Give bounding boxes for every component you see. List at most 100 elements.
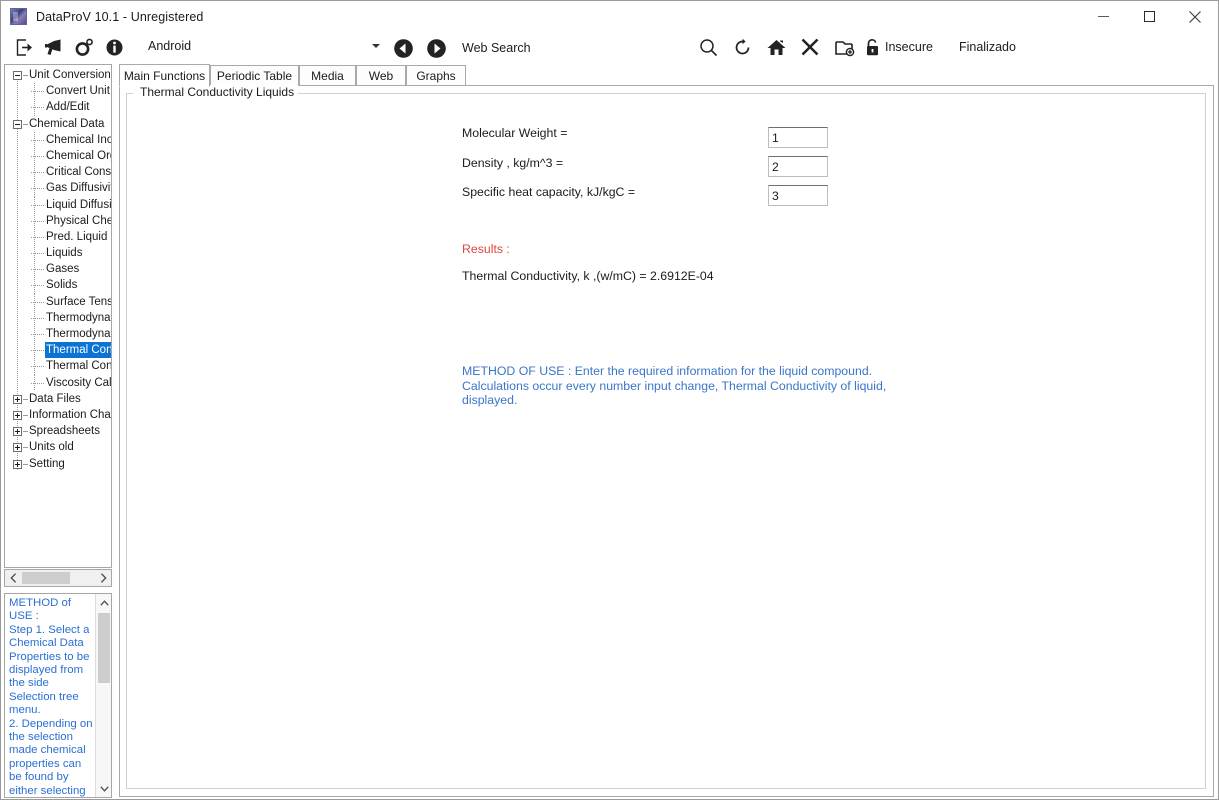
refresh-icon[interactable]	[725, 33, 759, 61]
close-icon[interactable]	[1172, 1, 1218, 32]
tree-item-chemical-data[interactable]: Chemical Data	[5, 116, 111, 132]
search-icon[interactable]	[691, 33, 725, 61]
expand-plus-icon[interactable]	[13, 427, 22, 436]
tree-connector	[23, 431, 28, 432]
tree-item-pred-liquid-h[interactable]: Pred. Liquid H	[5, 229, 111, 245]
density-input[interactable]	[768, 156, 828, 177]
navigation-tree-inner: Unit ConversionsConvert UnitAdd/EditChem…	[5, 65, 111, 472]
tree-item-surface-tensi[interactable]: Surface Tensi	[5, 294, 111, 310]
expand-plus-icon[interactable]	[13, 395, 22, 404]
tree-item-label: Thermal Cond	[46, 358, 111, 374]
tab-graphs[interactable]: Graphs	[406, 65, 466, 86]
application-window: DataProV 10.1 - Unregistered	[0, 0, 1219, 800]
tab-media[interactable]: Media	[299, 65, 356, 86]
tree-connector-dots	[31, 140, 44, 141]
tree-item-label: Critical Consta	[46, 164, 111, 180]
method-of-use-panel[interactable]: METHOD of USE : Step 1. Select a Chemica…	[4, 593, 112, 798]
collapse-minus-icon[interactable]	[13, 71, 22, 80]
tree-connector-dots	[31, 334, 44, 335]
tree-item-thermodynam[interactable]: Thermodynam	[5, 326, 111, 342]
tree-item-thermodynam[interactable]: Thermodynam	[5, 310, 111, 326]
tree-item-chemical-org[interactable]: Chemical Org.	[5, 148, 111, 164]
tree-item-label: Add/Edit	[46, 99, 89, 115]
tree-item-spreadsheets[interactable]: Spreadsheets	[5, 423, 111, 439]
tree-connector-vertical	[34, 164, 35, 180]
new-tab-icon[interactable]	[827, 33, 861, 61]
tree-item-label: Liquid Diffusiv	[46, 197, 111, 213]
settings-gear-icon[interactable]	[69, 33, 99, 61]
tree-connector	[23, 124, 28, 125]
tree-connector-dots	[31, 350, 44, 351]
chevron-down-icon[interactable]	[96, 780, 112, 797]
tree-connector-dots	[31, 269, 44, 270]
tree-connector-vertical	[34, 245, 35, 261]
exit-icon[interactable]	[9, 33, 39, 61]
info-vertical-scrollbar[interactable]	[95, 594, 111, 797]
expand-plus-icon[interactable]	[13, 443, 22, 452]
collapse-minus-icon[interactable]	[13, 120, 22, 129]
tree-connector-vertical	[34, 375, 35, 391]
tab-strip: Main FunctionsPeriodic TableMediaWebGrap…	[119, 64, 1214, 86]
stop-icon[interactable]	[793, 33, 827, 61]
expand-plus-icon[interactable]	[13, 460, 22, 469]
tree-item-label: Thermodynam	[46, 326, 111, 342]
method-of-use-text: METHOD of USE : Step 1. Select a Chemica…	[9, 597, 95, 798]
tree-item-label: Viscosity Calc	[46, 375, 111, 391]
tree-item-information-charts[interactable]: Information Charts	[5, 407, 111, 423]
minimize-icon[interactable]	[1080, 1, 1126, 32]
tree-item-setting[interactable]: Setting	[5, 456, 111, 472]
info-scroll-thumb[interactable]	[98, 613, 110, 683]
tree-item-data-files[interactable]: Data Files	[5, 391, 111, 407]
tree-item-liquids[interactable]: Liquids	[5, 245, 111, 261]
chevron-left-icon[interactable]	[5, 570, 21, 586]
tree-connector-dots	[31, 205, 44, 206]
tree-item-add-edit[interactable]: Add/Edit	[5, 99, 111, 115]
tree-item-chemical-inor[interactable]: Chemical Inor	[5, 132, 111, 148]
tree-connector-dots	[31, 237, 44, 238]
tab-web[interactable]: Web	[356, 65, 406, 86]
back-arrow-icon[interactable]	[389, 34, 417, 62]
tree-item-solids[interactable]: Solids	[5, 277, 111, 293]
tree-item-liquid-diffusiv[interactable]: Liquid Diffusiv	[5, 197, 111, 213]
security-status-label: Insecure	[885, 40, 933, 54]
chevron-down-icon[interactable]	[372, 44, 380, 48]
tree-item-units-old[interactable]: Units old	[5, 439, 111, 455]
tree-connector-vertical	[34, 294, 35, 310]
unlock-icon[interactable]	[861, 33, 883, 61]
home-icon[interactable]	[759, 33, 793, 61]
specific-heat-capacity-input[interactable]	[768, 185, 828, 206]
tree-connector-vertical	[34, 99, 35, 115]
tree-scroll-thumb[interactable]	[22, 572, 70, 584]
tree-connector-dots	[31, 107, 44, 108]
tree-item-label: Gases	[46, 261, 79, 277]
tab-main-functions[interactable]: Main Functions	[119, 64, 210, 87]
navigation-tree[interactable]: Unit ConversionsConvert UnitAdd/EditChem…	[4, 64, 112, 568]
molecular-weight-input[interactable]	[768, 127, 828, 148]
tree-item-label: Physical Cher	[46, 213, 111, 229]
tree-item-thermal-cond[interactable]: Thermal Cond	[5, 358, 111, 374]
platform-combo[interactable]: Android	[141, 34, 389, 58]
info-icon[interactable]	[99, 33, 129, 61]
expand-plus-icon[interactable]	[13, 411, 22, 420]
tree-item-convert-unit[interactable]: Convert Unit	[5, 83, 111, 99]
tree-item-physical-cher[interactable]: Physical Cher	[5, 213, 111, 229]
maximize-icon[interactable]	[1126, 1, 1172, 32]
chevron-right-icon[interactable]	[95, 570, 111, 586]
molecular-weight-label: Molecular Weight =	[462, 126, 567, 140]
megaphone-icon[interactable]	[39, 33, 69, 61]
tree-item-thermal-cond[interactable]: Thermal Cond	[5, 342, 111, 358]
title-bar: DataProV 10.1 - Unregistered	[1, 1, 1218, 32]
tree-item-gas-diffusiviti[interactable]: Gas Diffusiviti	[5, 180, 111, 196]
tree-item-critical-consta[interactable]: Critical Consta	[5, 164, 111, 180]
tree-connector	[23, 75, 28, 76]
tree-connector	[23, 399, 28, 400]
tree-item-label: Thermodynam	[46, 310, 111, 326]
tree-item-unit-conversions[interactable]: Unit Conversions	[5, 67, 111, 83]
tree-item-label: Liquids	[46, 245, 82, 261]
tree-item-gases[interactable]: Gases	[5, 261, 111, 277]
chevron-up-icon[interactable]	[96, 594, 112, 611]
forward-arrow-icon[interactable]	[422, 34, 450, 62]
tree-item-viscosity-calc[interactable]: Viscosity Calc	[5, 375, 111, 391]
tree-horizontal-scrollbar[interactable]	[4, 569, 112, 587]
tab-periodic-table[interactable]: Periodic Table	[210, 65, 299, 86]
